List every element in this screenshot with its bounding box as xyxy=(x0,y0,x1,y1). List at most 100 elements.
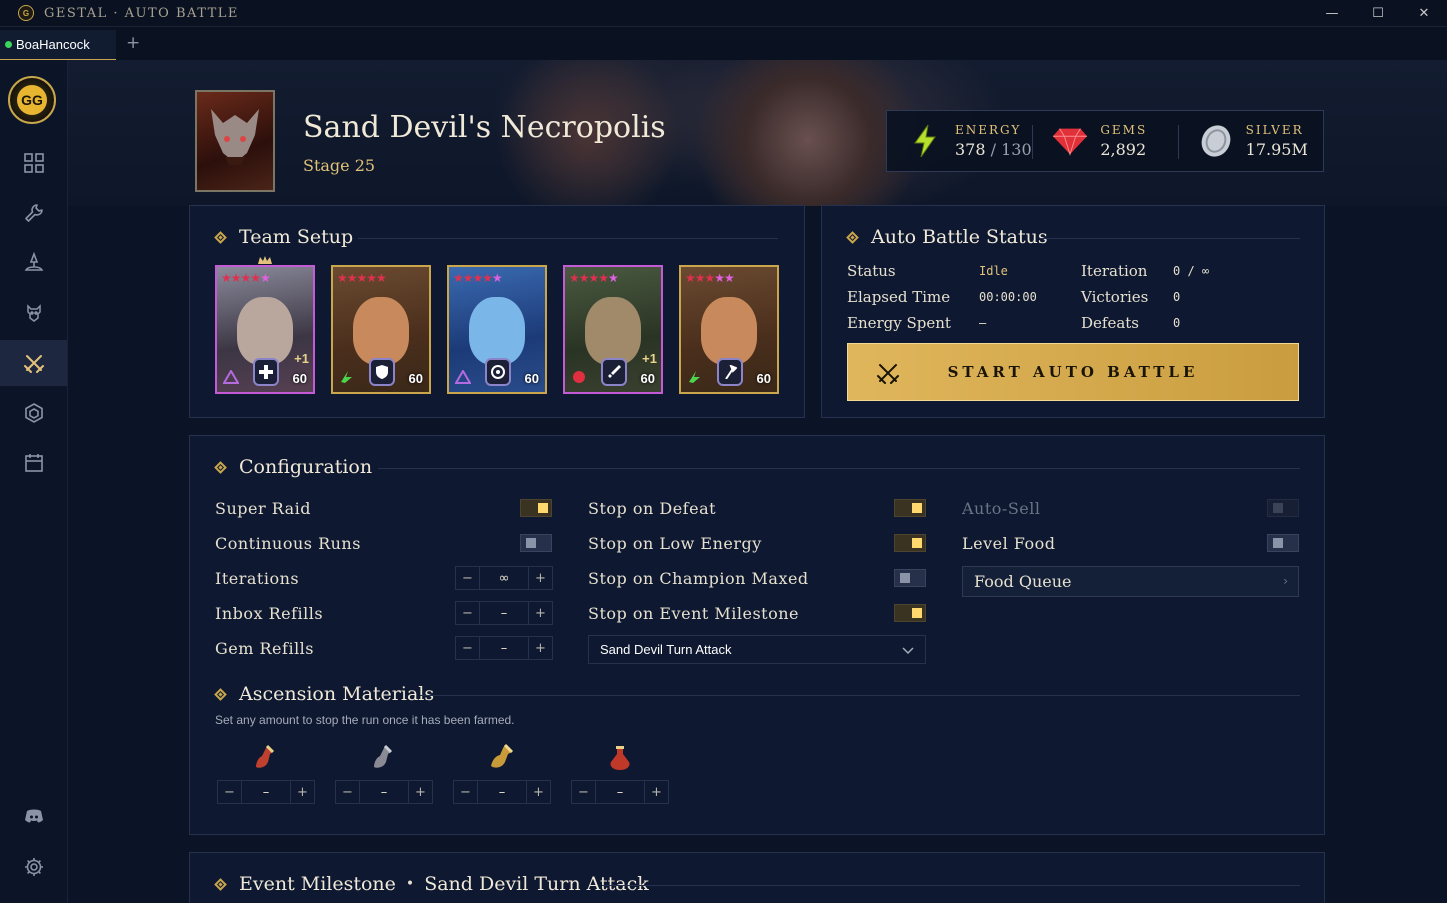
decrement-button[interactable]: − xyxy=(336,781,360,803)
material-4-value[interactable]: – xyxy=(596,781,644,803)
team-setup-title: Team Setup xyxy=(239,226,354,248)
hexagon-icon xyxy=(24,403,43,423)
lightning-icon xyxy=(907,123,943,159)
increment-button[interactable]: + xyxy=(528,567,552,589)
stop-low-energy-toggle[interactable] xyxy=(894,534,926,552)
magic-affinity-icon xyxy=(455,370,471,384)
hat-icon xyxy=(24,252,43,271)
nav-champions[interactable] xyxy=(0,240,67,286)
nav-artifacts[interactable] xyxy=(0,390,67,436)
stop-event-milestone-toggle[interactable] xyxy=(894,604,926,622)
material-1-value[interactable]: – xyxy=(242,781,290,803)
decrement-button[interactable]: − xyxy=(456,637,480,659)
nav-tools[interactable] xyxy=(0,190,67,236)
level-food-toggle[interactable] xyxy=(1267,534,1299,552)
gold-potion-icon xyxy=(491,743,514,768)
auto-battle-title: Auto Battle Status xyxy=(871,226,1048,248)
increment-button[interactable]: + xyxy=(526,781,550,803)
champion-slot-2[interactable]: ★★★★★ 60 xyxy=(331,265,431,394)
increment-button[interactable]: + xyxy=(528,602,552,624)
champion-slot-5[interactable]: ★★★★★ 60 xyxy=(679,265,779,394)
increment-button[interactable]: + xyxy=(408,781,432,803)
decrement-button[interactable]: − xyxy=(572,781,596,803)
champion-portrait xyxy=(237,297,293,365)
champion-level: 60 xyxy=(408,371,423,386)
add-tab-button[interactable]: + xyxy=(126,33,144,55)
material-1-stepper: − – + xyxy=(217,780,315,804)
stop-champion-maxed-label: Stop on Champion Maxed xyxy=(588,569,809,588)
stop-champion-maxed-toggle[interactable] xyxy=(894,569,926,587)
silver-value: 17.95M xyxy=(1245,140,1308,159)
event-select[interactable]: Sand Devil Turn Attack xyxy=(588,635,926,664)
champion-slot-3[interactable]: ★★★★★ 60 xyxy=(447,265,547,394)
diamond-icon xyxy=(214,877,227,891)
super-raid-toggle[interactable] xyxy=(520,499,552,517)
toggle-knob xyxy=(1273,503,1283,513)
tab-label: BoaHancock xyxy=(16,37,90,52)
champion-level: 60 xyxy=(640,371,655,386)
void-affinity-icon xyxy=(573,371,585,383)
energy-separator: / xyxy=(990,140,997,159)
material-3-value[interactable]: – xyxy=(478,781,526,803)
grid-icon xyxy=(23,153,44,173)
inbox-refills-value[interactable]: – xyxy=(480,602,528,624)
gear-icon xyxy=(24,858,43,876)
toggle-knob xyxy=(912,503,922,513)
maximize-button[interactable]: ☐ xyxy=(1355,0,1401,26)
increment-button[interactable]: + xyxy=(528,637,552,659)
victories-value: 0 xyxy=(1173,290,1181,304)
divider xyxy=(358,238,778,239)
ascension-title: Ascension Materials xyxy=(239,683,435,705)
close-button[interactable]: ✕ xyxy=(1401,0,1447,26)
star-rating: ★★★★★ xyxy=(685,271,735,285)
window-title: GESTAL · AUTO BATTLE xyxy=(44,5,239,21)
hp-role-icon xyxy=(485,358,511,386)
continuous-runs-toggle[interactable] xyxy=(520,534,552,552)
magic-affinity-icon xyxy=(223,370,239,384)
support-role-icon xyxy=(253,358,279,386)
increment-button[interactable]: + xyxy=(290,781,314,803)
inbox-refills-stepper: − – + xyxy=(455,601,553,625)
gems-label: GEMS xyxy=(1100,123,1148,137)
increment-button[interactable]: + xyxy=(644,781,668,803)
nav-settings[interactable] xyxy=(0,844,67,890)
flask-potion-icon xyxy=(610,746,630,770)
tab-bar: BoaHancock + xyxy=(0,26,1447,61)
nav-calendar[interactable] xyxy=(0,440,67,486)
defense-role-icon xyxy=(369,358,395,386)
auto-sell-toggle[interactable] xyxy=(1267,499,1299,517)
nav-creatures[interactable] xyxy=(0,290,67,336)
champion-bonus: +1 xyxy=(642,351,657,366)
tab-account[interactable]: BoaHancock xyxy=(0,30,116,61)
energy-current: 378 xyxy=(955,140,986,159)
decrement-button[interactable]: − xyxy=(456,602,480,624)
champion-slot-1[interactable]: ★★★★★ +1 60 xyxy=(215,265,315,394)
decrement-button[interactable]: − xyxy=(454,781,478,803)
gem-refills-value[interactable]: – xyxy=(480,637,528,659)
energy-max: 130 xyxy=(1001,140,1032,159)
nav-dashboard[interactable] xyxy=(0,140,67,186)
decrement-button[interactable]: − xyxy=(456,567,480,589)
champion-slot-4[interactable]: ★★★★★ +1 60 xyxy=(563,265,663,394)
diamond-icon xyxy=(214,460,227,474)
toggle-knob xyxy=(526,538,536,548)
silver-coin-icon xyxy=(1198,123,1234,159)
toggle-knob xyxy=(1273,538,1283,548)
minimize-button[interactable]: — xyxy=(1309,0,1355,26)
gem-refills-label: Gem Refills xyxy=(215,639,315,658)
food-queue-button[interactable]: Food Queue › xyxy=(962,566,1299,597)
divider xyxy=(420,695,1300,696)
nav-discord[interactable] xyxy=(0,793,67,839)
attack-role-icon xyxy=(717,358,743,386)
gems-counter: GEMS 2,892 xyxy=(1032,111,1177,171)
start-auto-battle-button[interactable]: START AUTO BATTLE xyxy=(847,343,1299,401)
stop-defeat-toggle[interactable] xyxy=(894,499,926,517)
sidebar: GG xyxy=(0,60,68,903)
decrement-button[interactable]: − xyxy=(218,781,242,803)
iterations-value[interactable]: ∞ xyxy=(480,567,528,589)
material-3-stepper: − – + xyxy=(453,780,551,804)
nav-auto-battle[interactable] xyxy=(0,340,67,386)
champion-portrait xyxy=(353,297,409,365)
auto-battle-title-row: Auto Battle Status xyxy=(846,226,1048,248)
material-2-value[interactable]: – xyxy=(360,781,408,803)
